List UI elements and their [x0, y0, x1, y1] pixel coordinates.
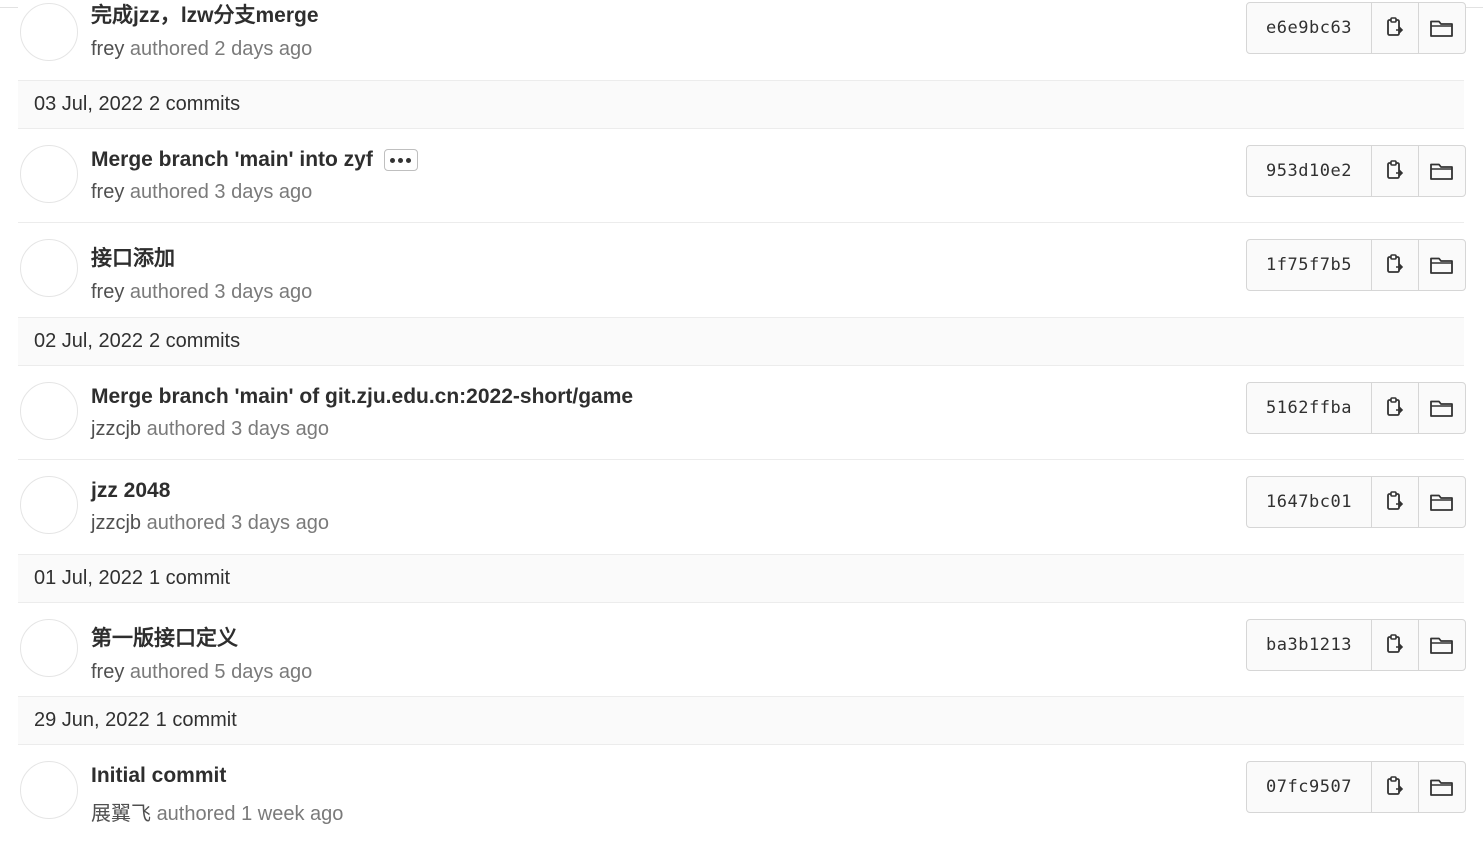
commit-sha-button[interactable]: 07fc9507	[1247, 762, 1372, 812]
commit-actions: 953d10e2	[1246, 145, 1466, 197]
commit-sha-button[interactable]: 5162ffba	[1247, 383, 1372, 433]
copy-sha-button[interactable]	[1372, 762, 1418, 812]
commit-meta: 展翼飞 authored 1 week ago	[91, 797, 343, 826]
clipboard-icon	[1384, 253, 1406, 277]
commit-actions: e6e9bc63	[1246, 2, 1466, 54]
commit-meta: frey authored 5 days ago	[91, 661, 312, 684]
commit-sha-button[interactable]: ba3b1213	[1247, 620, 1372, 670]
day-header: 03 Jul, 2022 2 commits	[18, 81, 1464, 129]
commit-title[interactable]: Merge branch 'main' into zyf	[91, 148, 373, 172]
folder-icon	[1429, 160, 1455, 182]
commit-sha-button[interactable]: 1f75f7b5	[1247, 240, 1372, 290]
browse-files-button[interactable]	[1418, 3, 1465, 53]
folder-icon	[1429, 491, 1455, 513]
folder-icon	[1429, 17, 1455, 39]
commit-actions: 5162ffba	[1246, 382, 1466, 434]
commit-date: authored 5 days ago	[129, 661, 313, 683]
commit-row: 第一版接口定义 frey authored 5 days ago ba3b121…	[18, 603, 1466, 697]
commit-author[interactable]: frey	[91, 661, 124, 683]
commit-row: Merge branch 'main' into zyf frey author…	[18, 129, 1466, 223]
copy-sha-button[interactable]	[1372, 620, 1418, 670]
day-date: 02 Jul, 2022	[34, 330, 143, 352]
folder-icon	[1429, 634, 1455, 656]
commit-author[interactable]: 展翼飞	[91, 803, 151, 825]
day-date: 01 Jul, 2022	[34, 567, 143, 589]
day-date: 03 Jul, 2022	[34, 93, 143, 115]
commit-author[interactable]: frey	[91, 38, 124, 60]
commit-date: authored 2 days ago	[129, 38, 313, 60]
copy-sha-button[interactable]	[1372, 240, 1418, 290]
commit-meta: jzzcjb authored 3 days ago	[91, 418, 633, 441]
clipboard-icon	[1384, 396, 1406, 420]
commit-row: 接口添加 frey authored 3 days ago 1f75f7b5	[18, 223, 1466, 318]
commit-meta: jzzcjb authored 3 days ago	[91, 512, 329, 535]
commit-sha-button[interactable]: 1647bc01	[1247, 477, 1372, 527]
day-commit-count: 2 commits	[148, 93, 241, 115]
ellipsis-icon[interactable]	[383, 149, 418, 171]
commit-title[interactable]: 完成jzz，lzw分支merge	[91, 0, 319, 29]
commit-title[interactable]: jzz 2048	[91, 479, 329, 503]
commit-actions: 1647bc01	[1246, 476, 1466, 528]
copy-sha-button[interactable]	[1372, 477, 1418, 527]
commit-row: 完成jzz，lzw分支merge frey authored 2 days ag…	[18, 0, 1466, 81]
commit-actions: 1f75f7b5	[1246, 239, 1466, 291]
browse-files-button[interactable]	[1418, 240, 1465, 290]
commit-author[interactable]: frey	[91, 281, 124, 303]
avatar[interactable]	[20, 239, 78, 297]
avatar[interactable]	[20, 382, 78, 440]
browse-files-button[interactable]	[1418, 620, 1465, 670]
browse-files-button[interactable]	[1418, 383, 1465, 433]
day-commit-count: 2 commits	[148, 330, 241, 352]
commit-date: authored 3 days ago	[129, 181, 313, 203]
commit-title[interactable]: Merge branch 'main' of git.zju.edu.cn:20…	[91, 385, 633, 409]
folder-icon	[1429, 254, 1455, 276]
clipboard-icon	[1384, 490, 1406, 514]
commit-meta: frey authored 3 days ago	[91, 281, 312, 304]
browse-files-button[interactable]	[1418, 762, 1465, 812]
avatar[interactable]	[20, 3, 78, 61]
commit-sha-button[interactable]: e6e9bc63	[1247, 3, 1372, 53]
commit-title[interactable]: 第一版接口定义	[91, 622, 312, 652]
commit-author[interactable]: jzzcjb	[91, 418, 141, 440]
clipboard-icon	[1384, 16, 1406, 40]
day-header: 02 Jul, 2022 2 commits	[18, 318, 1464, 366]
clipboard-icon	[1384, 775, 1406, 799]
browse-files-button[interactable]	[1418, 146, 1465, 196]
avatar[interactable]	[20, 476, 78, 534]
copy-sha-button[interactable]	[1372, 3, 1418, 53]
commit-date: authored 1 week ago	[156, 803, 344, 825]
commit-author[interactable]: jzzcjb	[91, 512, 141, 534]
commit-row: Initial commit 展翼飞 authored 1 week ago 0…	[18, 745, 1466, 838]
copy-sha-button[interactable]	[1372, 383, 1418, 433]
folder-icon	[1429, 776, 1455, 798]
commit-actions: ba3b1213	[1246, 619, 1466, 671]
browse-files-button[interactable]	[1418, 477, 1465, 527]
commit-row: Merge branch 'main' of git.zju.edu.cn:20…	[18, 366, 1466, 460]
commit-title[interactable]: 接口添加	[91, 242, 312, 272]
commit-title[interactable]: Initial commit	[91, 764, 343, 788]
clipboard-icon	[1384, 633, 1406, 657]
day-header: 29 Jun, 2022 1 commit	[18, 697, 1464, 745]
commit-meta: frey authored 3 days ago	[91, 181, 418, 204]
commit-title-row: Merge branch 'main' into zyf	[91, 148, 418, 172]
avatar[interactable]	[20, 619, 78, 677]
day-date: 29 Jun, 2022	[34, 709, 150, 731]
commit-row: jzz 2048 jzzcjb authored 3 days ago 1647…	[18, 460, 1466, 555]
day-commit-count: 1 commit	[155, 709, 237, 731]
commit-date: authored 3 days ago	[129, 281, 313, 303]
commit-author[interactable]: frey	[91, 181, 124, 203]
avatar[interactable]	[20, 145, 78, 203]
copy-sha-button[interactable]	[1372, 146, 1418, 196]
commit-date: authored 3 days ago	[146, 418, 329, 440]
avatar[interactable]	[20, 761, 78, 819]
commit-actions: 07fc9507	[1246, 761, 1466, 813]
day-header: 01 Jul, 2022 1 commit	[18, 555, 1464, 603]
commit-sha-button[interactable]: 953d10e2	[1247, 146, 1372, 196]
commit-meta: frey authored 2 days ago	[91, 38, 319, 61]
commit-list: 完成jzz，lzw分支merge frey authored 2 days ag…	[18, 0, 1466, 838]
commit-date: authored 3 days ago	[146, 512, 329, 534]
day-commit-count: 1 commit	[148, 567, 231, 589]
folder-icon	[1429, 397, 1455, 419]
clipboard-icon	[1384, 159, 1406, 183]
